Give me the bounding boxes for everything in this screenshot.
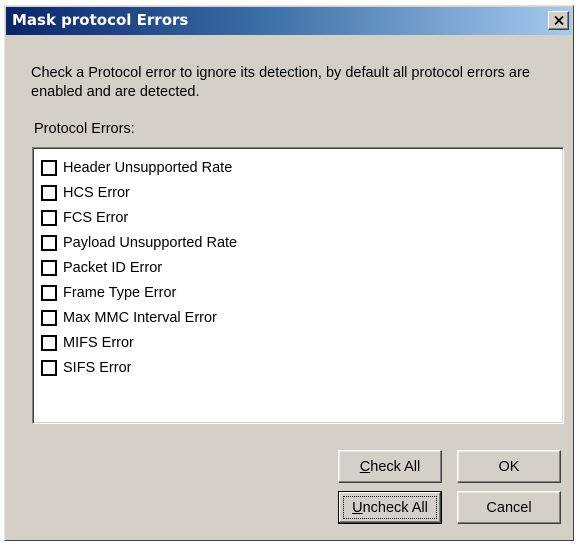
cancel-label: Cancel (486, 499, 532, 516)
error-item-header-unsupported-rate[interactable]: Header Unsupported Rate (41, 155, 237, 180)
cancel-button[interactable]: Cancel (457, 491, 561, 524)
close-button[interactable] (548, 11, 569, 30)
close-icon (553, 16, 564, 25)
error-checkbox[interactable] (41, 334, 57, 351)
check-all-mnemonic: C (359, 458, 371, 475)
check-all-label-rest: heck All (370, 458, 421, 475)
ok-button[interactable]: OK (457, 450, 561, 483)
error-checkbox[interactable] (41, 284, 57, 301)
error-item-frame-type-error[interactable]: Frame Type Error (41, 280, 237, 305)
instructions-text: Check a Protocol error to ignore its det… (31, 64, 571, 102)
error-checkbox[interactable] (41, 259, 57, 276)
ok-label: OK (498, 458, 520, 475)
check-all-label: Check All (360, 459, 420, 475)
error-checkbox[interactable] (41, 159, 57, 176)
error-item-label: Frame Type Error (63, 284, 177, 301)
instructions-line-1: Check a Protocol error to ignore its det… (31, 65, 530, 81)
error-item-fcs-error[interactable]: FCS Error (41, 205, 237, 230)
error-item-max-mmc-interval-error[interactable]: Max MMC Interval Error (41, 305, 237, 330)
protocol-errors-listbox[interactable]: Header Unsupported Rate HCS Error FCS Er… (32, 147, 564, 424)
protocol-errors-label: Protocol Errors: (34, 121, 135, 137)
error-item-label: Max MMC Interval Error (63, 309, 217, 326)
error-item-hcs-error[interactable]: HCS Error (41, 180, 237, 205)
error-checkbox[interactable] (41, 359, 57, 376)
error-checkbox[interactable] (41, 309, 57, 326)
instructions-line-2: enabled and are detected. (31, 84, 200, 100)
check-all-button[interactable]: Check All (338, 450, 442, 483)
error-checkbox[interactable] (41, 234, 57, 251)
error-item-label: Payload Unsupported Rate (63, 234, 238, 251)
error-item-payload-unsupported-rate[interactable]: Payload Unsupported Rate (41, 230, 237, 255)
error-item-label: MIFS Error (63, 334, 134, 351)
error-item-sifs-error[interactable]: SIFS Error (41, 355, 237, 380)
error-item-packet-id-error[interactable]: Packet ID Error (41, 255, 237, 280)
error-item-label: Header Unsupported Rate (63, 159, 233, 176)
error-item-label: Packet ID Error (63, 259, 163, 276)
uncheck-all-button[interactable]: Uncheck All (338, 491, 442, 524)
title-bar[interactable]: Mask protocol Errors (6, 7, 572, 35)
error-checkbox[interactable] (41, 184, 57, 201)
error-item-label: HCS Error (63, 184, 130, 201)
error-item-label: FCS Error (63, 209, 129, 226)
error-item-label: SIFS Error (63, 359, 132, 376)
protocol-errors-list: Header Unsupported Rate HCS Error FCS Er… (41, 155, 237, 380)
error-checkbox[interactable] (41, 209, 57, 226)
focus-ring (343, 496, 437, 519)
mask-protocol-errors-dialog: Mask protocol Errors Check a Protocol er… (4, 5, 574, 541)
window-title: Mask protocol Errors (12, 11, 189, 29)
error-item-mifs-error[interactable]: MIFS Error (41, 330, 237, 355)
